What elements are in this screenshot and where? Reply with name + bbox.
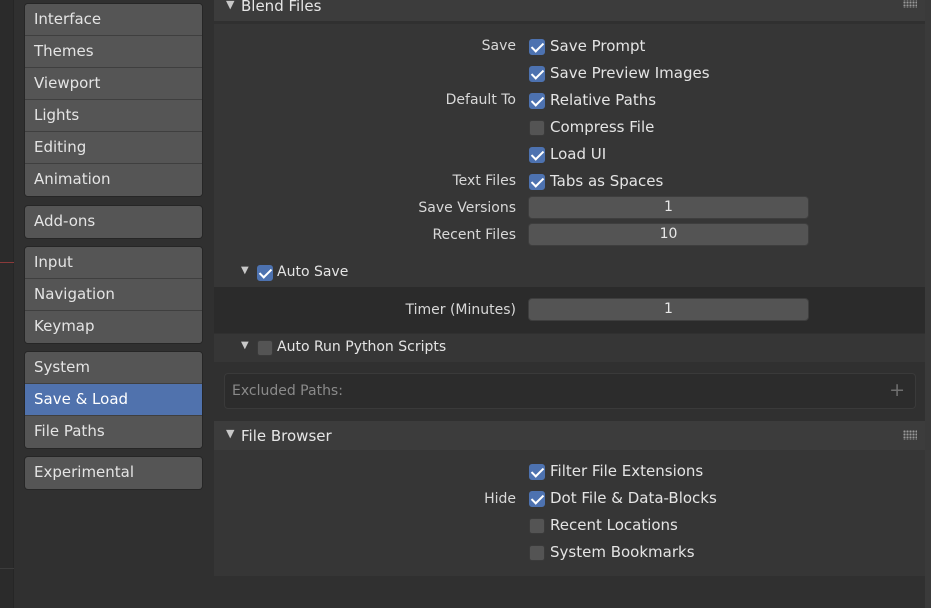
timer-minutes-field[interactable]: 1 bbox=[528, 298, 809, 321]
collapse-triangle-icon: ▼ bbox=[241, 265, 249, 276]
auto-run-python-subpanel-header[interactable]: ▼ Auto Run Python Scripts bbox=[214, 334, 925, 362]
recent-locations-checkbox[interactable] bbox=[529, 518, 545, 534]
save-prompt-label[interactable]: Save Prompt bbox=[550, 37, 645, 55]
recent-files-field[interactable]: 10 bbox=[528, 223, 809, 246]
filter-file-extensions-label[interactable]: Filter File Extensions bbox=[550, 462, 703, 480]
system-bookmarks-label[interactable]: System Bookmarks bbox=[550, 543, 695, 561]
nav-item-viewport[interactable]: Viewport bbox=[25, 68, 202, 100]
blend-files-body: Save Save Prompt Save Preview Images Def… bbox=[214, 24, 925, 263]
timer-label: Timer (Minutes) bbox=[405, 302, 516, 318]
dot-file-label[interactable]: Dot File & Data-Blocks bbox=[550, 489, 717, 507]
tabs-as-spaces-label[interactable]: Tabs as Spaces bbox=[550, 172, 663, 190]
preferences-sidebar: Interface Themes Viewport Lights Editing… bbox=[14, 0, 214, 608]
system-bookmarks-checkbox[interactable] bbox=[529, 545, 545, 561]
background-editor-strip bbox=[0, 0, 14, 608]
save-label: Save bbox=[481, 38, 516, 54]
auto-save-body: Timer (Minutes) 1 bbox=[214, 287, 925, 333]
drag-grip-icon[interactable] bbox=[903, 0, 917, 8]
nav-item-system[interactable]: System bbox=[25, 352, 202, 384]
auto-run-python-label[interactable]: Auto Run Python Scripts bbox=[277, 339, 446, 355]
recent-files-label: Recent Files bbox=[432, 227, 516, 243]
text-files-label: Text Files bbox=[452, 173, 517, 189]
nav-item-keymap[interactable]: Keymap bbox=[25, 311, 202, 343]
compress-file-label[interactable]: Compress File bbox=[550, 118, 654, 136]
load-ui-checkbox[interactable] bbox=[529, 147, 545, 163]
file-browser-body: Filter File Extensions Hide Dot File & D… bbox=[214, 450, 925, 576]
drag-grip-icon[interactable] bbox=[903, 430, 917, 440]
divider-line bbox=[0, 568, 14, 569]
dot-file-checkbox[interactable] bbox=[529, 491, 545, 507]
compress-file-checkbox[interactable] bbox=[529, 120, 545, 136]
auto-save-subpanel-header[interactable]: ▼ Auto Save bbox=[214, 259, 925, 287]
preferences-main-panel: ▼ Blend Files Save Save Prompt Save Prev… bbox=[214, 0, 925, 608]
blend-files-panel-header[interactable]: ▼ Blend Files bbox=[214, 0, 925, 21]
save-versions-field[interactable]: 1 bbox=[528, 196, 809, 219]
blend-files-title: Blend Files bbox=[241, 0, 322, 15]
default-to-label: Default To bbox=[445, 92, 516, 108]
excluded-paths-list[interactable]: Excluded Paths: + bbox=[224, 373, 916, 409]
collapse-triangle-icon: ▼ bbox=[226, 427, 235, 440]
nav-item-navigation[interactable]: Navigation bbox=[25, 279, 202, 311]
red-guide-line bbox=[0, 262, 14, 263]
nav-item-file-paths[interactable]: File Paths bbox=[25, 416, 202, 448]
add-path-icon[interactable]: + bbox=[889, 379, 905, 401]
nav-item-input[interactable]: Input bbox=[25, 247, 202, 279]
relative-paths-label[interactable]: Relative Paths bbox=[550, 91, 656, 109]
filter-file-extensions-checkbox[interactable] bbox=[529, 464, 545, 480]
nav-item-animation[interactable]: Animation bbox=[25, 164, 202, 196]
load-ui-label[interactable]: Load UI bbox=[550, 145, 606, 163]
nav-item-experimental[interactable]: Experimental bbox=[25, 457, 202, 489]
file-browser-panel-header[interactable]: ▼ File Browser bbox=[214, 421, 925, 450]
auto-save-label[interactable]: Auto Save bbox=[277, 264, 348, 280]
tabs-as-spaces-checkbox[interactable] bbox=[529, 174, 545, 190]
nav-group-experimental: Experimental bbox=[24, 456, 203, 490]
auto-run-python-body: Excluded Paths: + bbox=[214, 362, 925, 420]
auto-save-checkbox[interactable] bbox=[257, 265, 273, 281]
file-browser-title: File Browser bbox=[241, 427, 332, 445]
nav-item-themes[interactable]: Themes bbox=[25, 36, 202, 68]
nav-group-ui: Interface Themes Viewport Lights Editing… bbox=[24, 3, 203, 197]
nav-group-addons: Add-ons bbox=[24, 205, 203, 239]
nav-item-lights[interactable]: Lights bbox=[25, 100, 202, 132]
collapse-triangle-icon: ▼ bbox=[241, 340, 249, 351]
nav-group-system: System Save & Load File Paths bbox=[24, 351, 203, 449]
collapse-triangle-icon: ▼ bbox=[226, 0, 235, 11]
nav-item-save-load[interactable]: Save & Load bbox=[25, 384, 202, 416]
adjacent-editor-strip bbox=[925, 0, 931, 608]
nav-item-editing[interactable]: Editing bbox=[25, 132, 202, 164]
hide-label: Hide bbox=[484, 491, 516, 507]
relative-paths-checkbox[interactable] bbox=[529, 93, 545, 109]
nav-item-addons[interactable]: Add-ons bbox=[25, 206, 202, 238]
nav-group-input: Input Navigation Keymap bbox=[24, 246, 203, 344]
save-preview-images-checkbox[interactable] bbox=[529, 66, 545, 82]
save-prompt-checkbox[interactable] bbox=[529, 39, 545, 55]
auto-run-python-checkbox[interactable] bbox=[257, 340, 273, 356]
recent-locations-label[interactable]: Recent Locations bbox=[550, 516, 678, 534]
nav-item-interface[interactable]: Interface bbox=[25, 4, 202, 36]
save-preview-images-label[interactable]: Save Preview Images bbox=[550, 64, 710, 82]
excluded-paths-placeholder: Excluded Paths: bbox=[232, 383, 343, 399]
save-versions-label: Save Versions bbox=[418, 200, 516, 216]
